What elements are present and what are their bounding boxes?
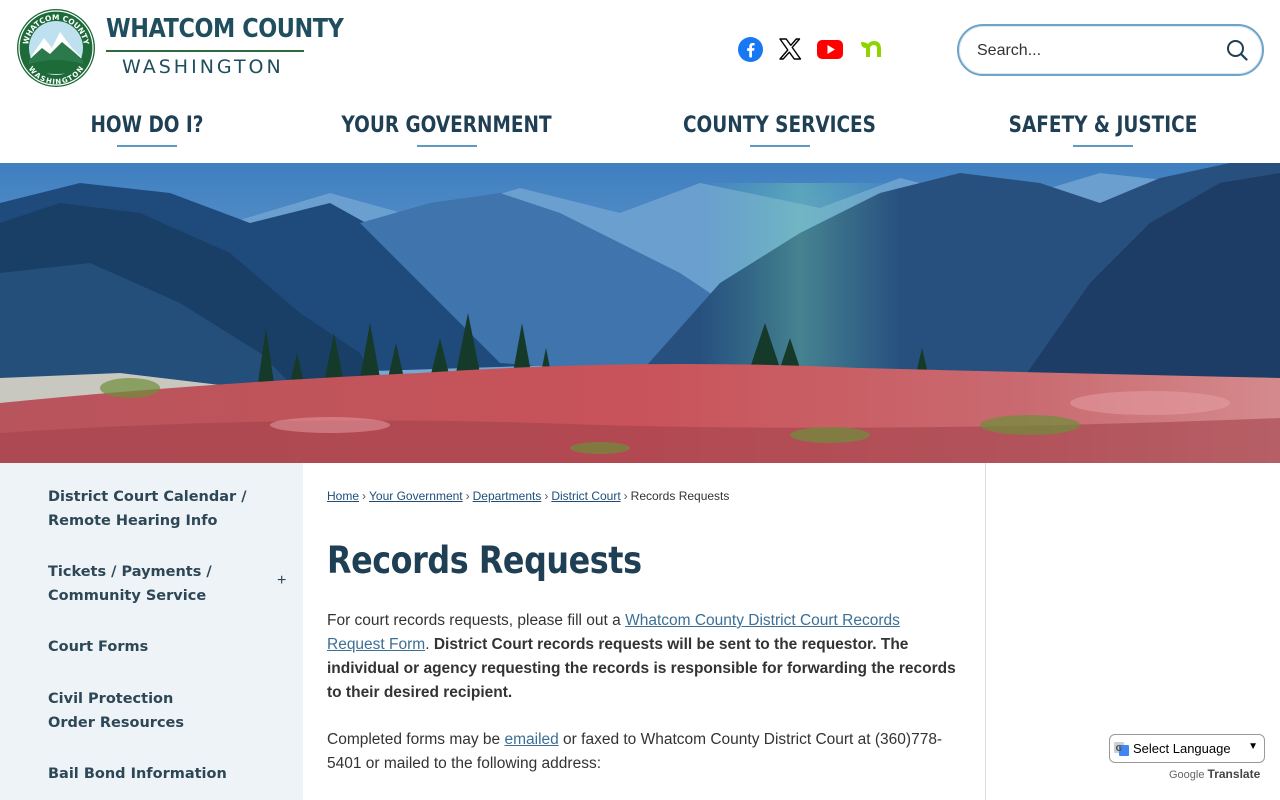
sidebar-item-civil-protection[interactable]: Civil Protection Order Resources	[48, 687, 223, 735]
nav-label: HOW DO I?	[90, 113, 204, 138]
nav-label: SAFETY & JUSTICE	[1008, 113, 1198, 138]
nav-underline	[1073, 145, 1133, 147]
google-logo-text: Google	[1169, 769, 1205, 781]
logo-subtitle: WASHINGTON	[122, 56, 284, 78]
x-icon	[779, 38, 802, 60]
select-language-label: Select Language	[1133, 741, 1231, 756]
breadcrumb-home[interactable]: Home	[327, 489, 359, 503]
breadcrumb-separator: ›	[465, 489, 470, 503]
facebook-icon	[737, 36, 763, 62]
sidebar-nav: District Court Calendar / Remote Hearing…	[0, 463, 303, 800]
youtube-link[interactable]	[816, 36, 844, 62]
search-icon	[1227, 40, 1248, 61]
google-translate-icon: G	[1114, 741, 1129, 756]
breadcrumb-departments[interactable]: Departments	[473, 489, 542, 503]
breadcrumb-separator: ›	[362, 489, 367, 503]
sidebar-item-court-calendar[interactable]: District Court Calendar / Remote Hearing…	[48, 485, 278, 533]
hero-banner	[0, 163, 1280, 463]
youtube-icon	[817, 39, 843, 59]
breadcrumb-separator: ›	[623, 489, 628, 503]
svg-text:G: G	[1116, 744, 1123, 753]
nav-underline	[749, 145, 810, 147]
facebook-link[interactable]	[737, 36, 763, 62]
nextdoor-link[interactable]	[857, 36, 883, 62]
mountain-landscape-image	[0, 163, 1280, 463]
paragraph-text: For court records requests, please fill …	[327, 612, 626, 629]
nav-label: COUNTY SERVICES	[682, 113, 876, 138]
breadcrumb: Home › Your Government › Departments › Distric…	[327, 489, 729, 503]
logo-title: WHATCOM COUNTY	[106, 14, 344, 44]
nav-county-services[interactable]: COUNTY SERVICES	[660, 113, 899, 153]
breadcrumb-your-government[interactable]: Your Government	[369, 489, 463, 503]
site-search	[957, 24, 1264, 76]
paragraph-text: Completed forms may be	[327, 731, 505, 748]
nextdoor-icon	[861, 41, 881, 57]
logo-wordmark: WHATCOM COUNTY WASHINGTON	[106, 14, 382, 78]
breadcrumb-separator: ›	[544, 489, 549, 503]
sidebar-item-court-forms[interactable]: Court Forms	[48, 635, 278, 659]
nav-underline	[416, 145, 477, 147]
county-seal-icon: WHATCOM COUNTY WASHINGTON	[17, 9, 95, 87]
paragraph-text: .	[425, 636, 434, 653]
powered-by-google: Google Translate	[1169, 767, 1260, 781]
breadcrumb-district-court[interactable]: District Court	[551, 489, 620, 503]
x-link[interactable]	[777, 36, 803, 62]
language-select[interactable]: G Select Language ▼	[1109, 734, 1265, 763]
nav-underline	[117, 145, 177, 147]
search-button[interactable]	[1226, 39, 1248, 66]
page-title: Records Requests	[327, 539, 642, 582]
translate-link[interactable]: Translate	[1208, 767, 1261, 781]
expand-plus-icon[interactable]: +	[277, 572, 286, 590]
site-logo[interactable]: WHATCOM COUNTY WASHINGTON WHATCOM COUNTY…	[16, 8, 382, 88]
breadcrumb-current: Records Requests	[630, 489, 730, 503]
email-link[interactable]: emailed	[504, 731, 558, 748]
records-request-paragraph: For court records requests, please fill …	[327, 609, 957, 705]
sidebar-item-bail-bond[interactable]: Bail Bond Information	[48, 762, 278, 786]
site-header: WHATCOM COUNTY WASHINGTON WHATCOM COUNTY…	[0, 0, 1280, 163]
nav-how-do-i[interactable]: HOW DO I?	[61, 113, 233, 153]
chevron-down-icon: ▼	[1248, 741, 1258, 752]
logo-divider	[106, 50, 304, 52]
submission-paragraph: Completed forms may be emailed or faxed …	[327, 728, 957, 776]
nav-label: YOUR GOVERNMENT	[341, 113, 552, 138]
content-divider	[985, 463, 986, 800]
sidebar-item-tickets-payments[interactable]: Tickets / Payments / Community Service	[48, 560, 213, 608]
nav-safety-justice[interactable]: SAFETY & JUSTICE	[984, 113, 1222, 153]
search-input[interactable]	[977, 38, 1217, 64]
nav-your-government[interactable]: YOUR GOVERNMENT	[318, 113, 575, 153]
